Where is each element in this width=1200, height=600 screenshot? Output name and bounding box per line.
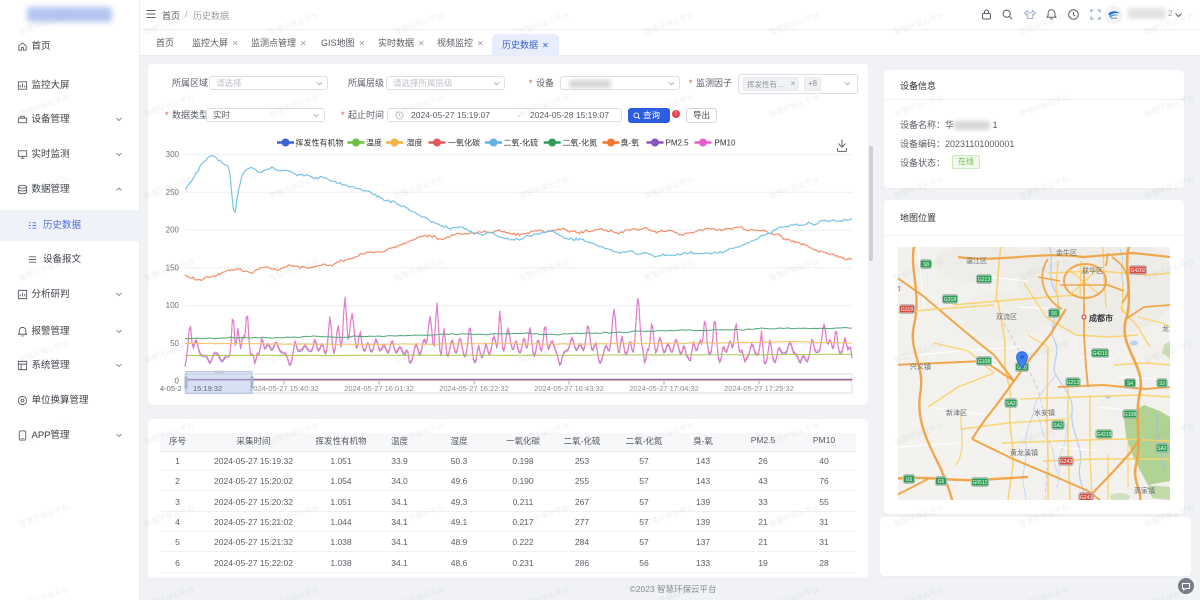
svg-text:news: news — [1110, 16, 1118, 20]
svg-text:G108: G108 — [978, 359, 990, 365]
svg-text:龙: 龙 — [1162, 324, 1169, 333]
svg-text:G243: G243 — [1080, 495, 1092, 500]
svg-text:二氧-化氮: 二氧-化氮 — [563, 138, 598, 148]
svg-text:150: 150 — [166, 263, 180, 272]
svg-text:S6: S6 — [1051, 311, 1057, 317]
svg-text:300: 300 — [166, 150, 180, 159]
svg-text:4-05-2: 4-05-2 — [160, 384, 182, 393]
svg-text:兴义镇: 兴义镇 — [910, 362, 931, 371]
svg-text:G4215: G4215 — [1096, 432, 1111, 438]
svg-text:二氧-化硫: 二氧-化硫 — [504, 138, 539, 148]
svg-text:S4: S4 — [1127, 381, 1133, 387]
svg-text:15:19:32: 15:19:32 — [193, 384, 222, 393]
svg-text:G243: G243 — [1060, 459, 1072, 465]
svg-text:高家镇: 高家镇 — [1134, 486, 1155, 495]
svg-text:G5: G5 — [938, 479, 945, 485]
svg-text:PM10: PM10 — [715, 139, 736, 148]
svg-text:G4202: G4202 — [1130, 268, 1145, 274]
svg-text:200: 200 — [166, 226, 180, 235]
svg-text:100: 100 — [166, 301, 180, 310]
svg-text:温江区: 温江区 — [966, 256, 987, 265]
svg-text:湿度: 湿度 — [407, 138, 423, 148]
svg-text:G318: G318 — [901, 307, 913, 313]
svg-text:SA2: SA2 — [1157, 446, 1167, 452]
svg-text:G213: G213 — [1067, 380, 1079, 386]
svg-text:S8: S8 — [923, 262, 929, 268]
svg-text:SA2: SA2 — [1006, 401, 1016, 407]
svg-text:50: 50 — [170, 339, 179, 348]
svg-text:金牛区: 金牛区 — [1056, 248, 1077, 257]
svg-text:G213: G213 — [978, 277, 990, 283]
svg-text:市: 市 — [898, 284, 901, 293]
svg-text:臭-氧: 臭-氧 — [621, 138, 640, 148]
svg-text:温度: 温度 — [366, 138, 382, 148]
svg-text:SA2: SA2 — [1053, 423, 1063, 429]
svg-text:G318: G318 — [944, 297, 956, 303]
svg-text:挥发性有机物: 挥发性有机物 — [296, 138, 344, 148]
svg-text:PM2.5: PM2.5 — [666, 139, 690, 148]
svg-text:新津区: 新津区 — [946, 408, 967, 417]
svg-text:G108: G108 — [1124, 412, 1136, 418]
svg-text:黄龙溪镇: 黄龙溪镇 — [1010, 448, 1038, 457]
svg-text:成华区: 成华区 — [1082, 266, 1103, 275]
svg-text:一氧化碳: 一氧化碳 — [448, 138, 480, 148]
svg-text:水安镇: 水安镇 — [1034, 408, 1055, 417]
svg-text:250: 250 — [166, 188, 180, 197]
svg-text:G4215: G4215 — [1092, 351, 1107, 357]
svg-text:S3: S3 — [1159, 381, 1165, 387]
svg-text:双流区: 双流区 — [996, 312, 1017, 321]
svg-text:成都市: 成都市 — [1089, 313, 1113, 323]
svg-text:G0512: G0512 — [972, 480, 987, 486]
svg-text:G5: G5 — [906, 477, 913, 483]
